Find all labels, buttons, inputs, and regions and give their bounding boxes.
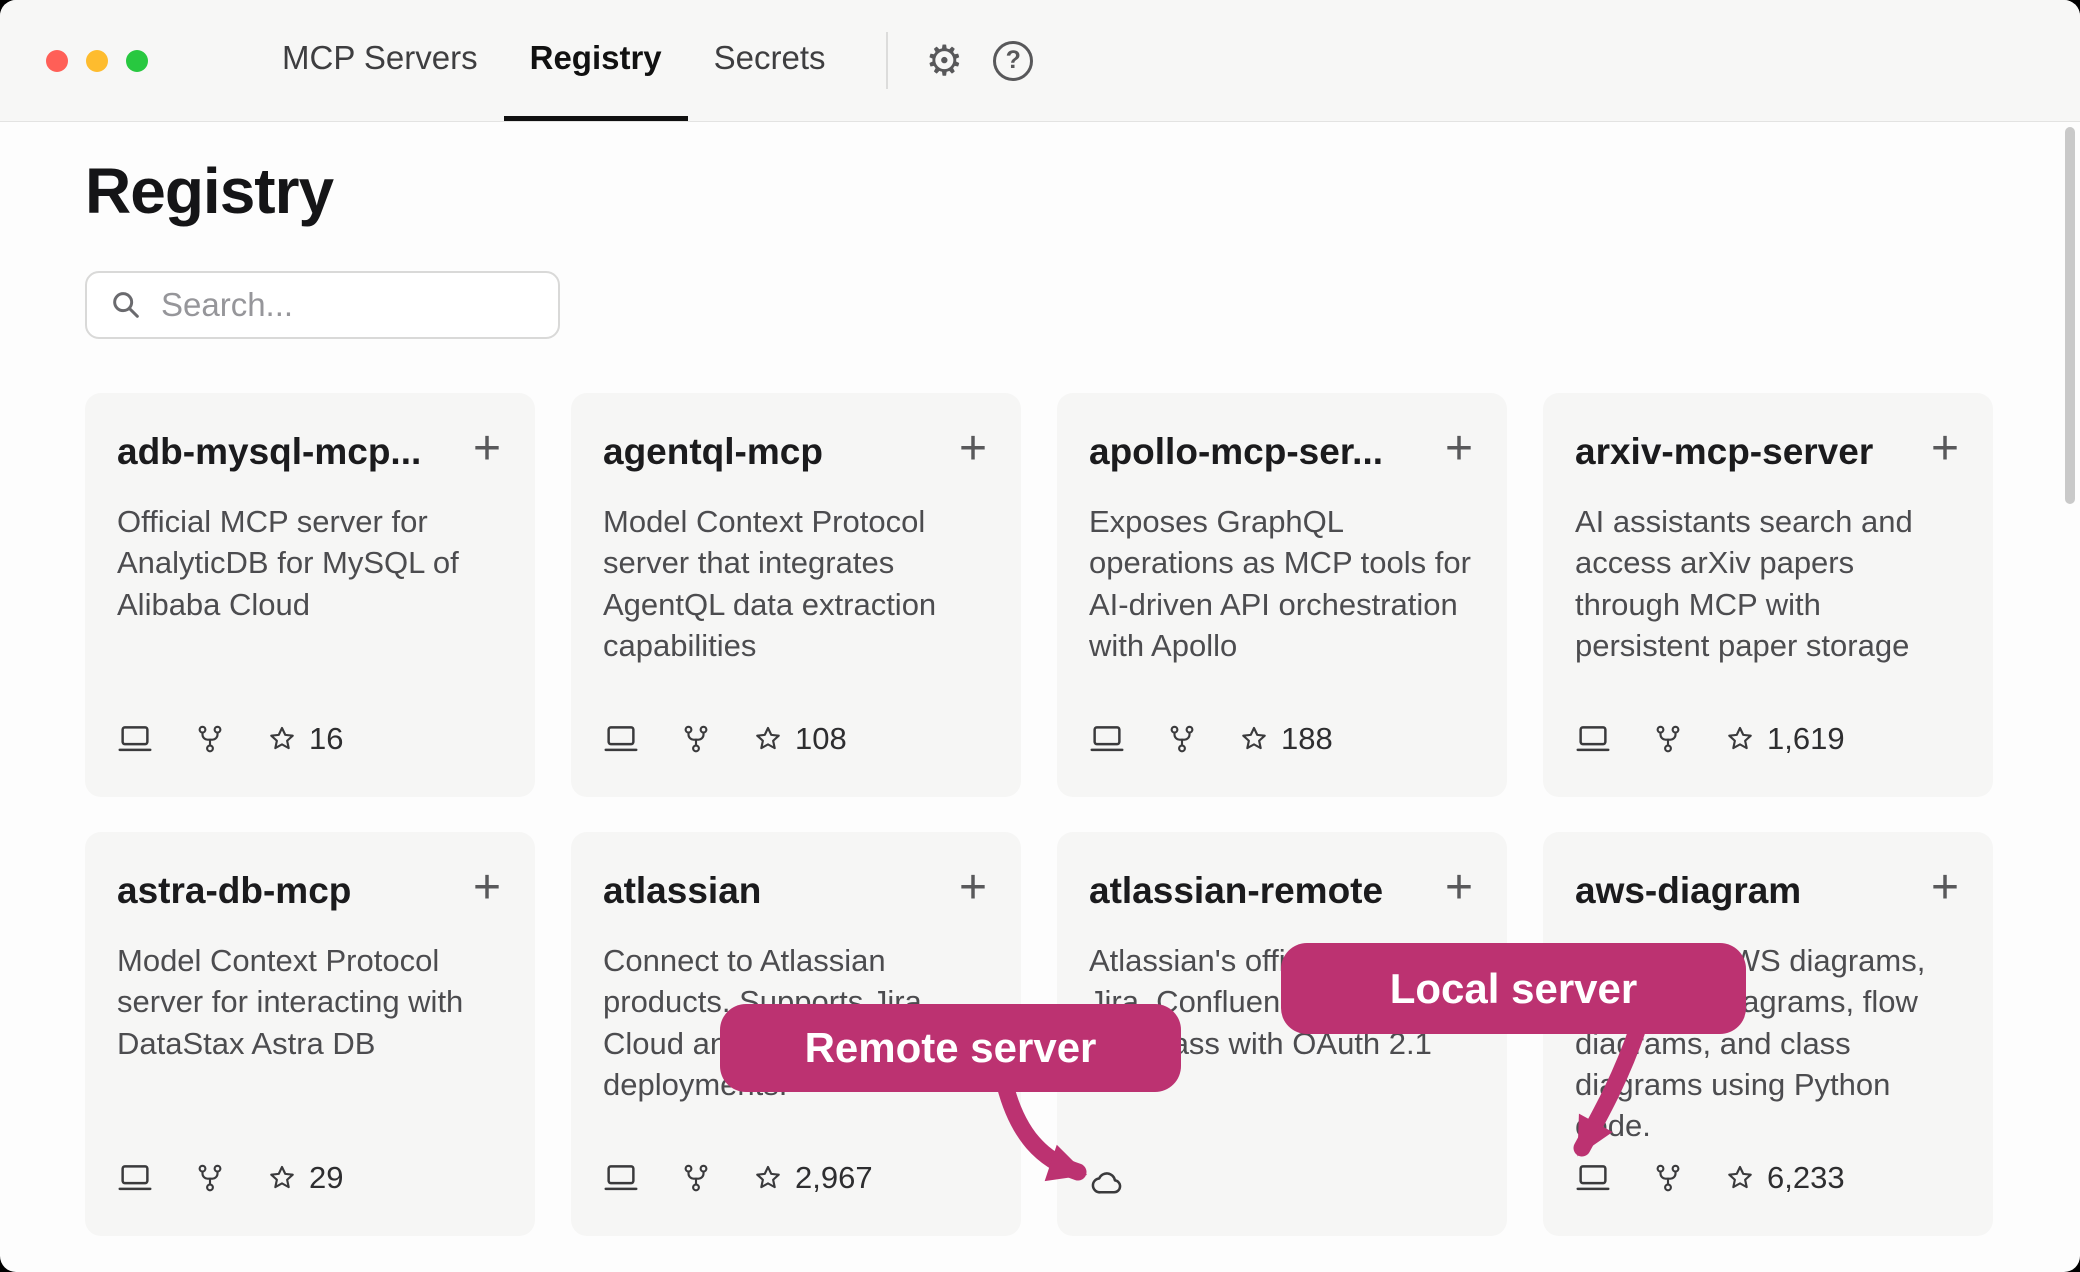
app-window: MCP Servers Registry Secrets ⚙ ? Registr… xyxy=(0,0,2080,1272)
add-server-button[interactable]: + xyxy=(471,870,503,906)
server-description: Model Context Protocol server that integ… xyxy=(603,501,989,666)
star-count: 108 xyxy=(753,721,847,757)
scrollbar[interactable] xyxy=(2065,127,2075,504)
tab-mcp-servers[interactable]: MCP Servers xyxy=(256,0,504,121)
star-count: 2,967 xyxy=(753,1160,873,1196)
minimize-button[interactable] xyxy=(86,50,108,72)
add-server-button[interactable]: + xyxy=(1929,870,1961,906)
star-icon xyxy=(753,724,783,754)
server-card[interactable]: adb-mysql-mcp... + Official MCP server f… xyxy=(85,393,535,797)
tab-secrets[interactable]: Secrets xyxy=(688,0,852,121)
tab-label: MCP Servers xyxy=(282,39,478,77)
star-icon xyxy=(1239,724,1269,754)
server-name: atlassian xyxy=(603,870,761,912)
star-icon xyxy=(1725,1163,1755,1193)
laptop-icon xyxy=(603,1162,639,1194)
add-server-button[interactable]: + xyxy=(1443,870,1475,906)
settings-gear-icon[interactable]: ⚙ xyxy=(926,40,964,82)
laptop-icon xyxy=(603,723,639,755)
star-count: 16 xyxy=(267,721,343,757)
fork-icon xyxy=(1653,723,1683,755)
tab-registry[interactable]: Registry xyxy=(504,0,688,121)
star-icon xyxy=(267,724,297,754)
title-bar: MCP Servers Registry Secrets ⚙ ? xyxy=(0,0,2080,122)
server-name: astra-db-mcp xyxy=(117,870,351,912)
server-name: aws-diagram xyxy=(1575,870,1801,912)
server-name: adb-mysql-mcp... xyxy=(117,431,421,473)
add-server-button[interactable]: + xyxy=(957,431,989,467)
star-icon xyxy=(753,1163,783,1193)
server-name: agentql-mcp xyxy=(603,431,823,473)
server-name: apollo-mcp-ser... xyxy=(1089,431,1383,473)
laptop-icon xyxy=(117,723,153,755)
remote-server-callout: Remote server xyxy=(720,1004,1181,1092)
laptop-icon xyxy=(1575,1162,1611,1194)
server-name: arxiv-mcp-server xyxy=(1575,431,1873,473)
server-description: Exposes GraphQL operations as MCP tools … xyxy=(1089,501,1475,666)
top-nav: MCP Servers Registry Secrets xyxy=(256,0,852,121)
star-icon xyxy=(267,1163,297,1193)
laptop-icon xyxy=(117,1162,153,1194)
page-title: Registry xyxy=(85,158,1994,225)
fork-icon xyxy=(1167,723,1197,755)
server-card[interactable]: apollo-mcp-ser... + Exposes GraphQL oper… xyxy=(1057,393,1507,797)
cloud-icon xyxy=(1089,1166,1127,1196)
server-name: atlassian-remote xyxy=(1089,870,1383,912)
search-input[interactable] xyxy=(159,285,536,325)
fork-icon xyxy=(195,1162,225,1194)
server-card[interactable]: astra-db-mcp + Model Context Protocol se… xyxy=(85,832,535,1236)
star-count: 1,619 xyxy=(1725,721,1845,757)
star-icon xyxy=(1725,724,1755,754)
star-count: 6,233 xyxy=(1725,1160,1845,1196)
local-server-callout: Local server xyxy=(1281,943,1746,1034)
server-card[interactable]: aws-diagram + Generate AWS diagrams, seq… xyxy=(1543,832,1993,1236)
help-icon[interactable]: ? xyxy=(993,41,1033,81)
server-card[interactable]: arxiv-mcp-server + AI assistants search … xyxy=(1543,393,1993,797)
server-description: Official MCP server for AnalyticDB for M… xyxy=(117,501,503,625)
tab-label: Secrets xyxy=(714,39,826,77)
fork-icon xyxy=(681,1162,711,1194)
fork-icon xyxy=(1653,1162,1683,1194)
server-grid: adb-mysql-mcp... + Official MCP server f… xyxy=(85,393,1994,1236)
add-server-button[interactable]: + xyxy=(1443,431,1475,467)
search-icon xyxy=(109,288,143,322)
header-actions: ⚙ ? xyxy=(888,0,1034,121)
fork-icon xyxy=(195,723,225,755)
zoom-button[interactable] xyxy=(126,50,148,72)
laptop-icon xyxy=(1089,723,1125,755)
search-box xyxy=(85,271,560,339)
star-count: 29 xyxy=(267,1160,343,1196)
star-count: 188 xyxy=(1239,721,1333,757)
server-description: AI assistants search and access arXiv pa… xyxy=(1575,501,1961,666)
laptop-icon xyxy=(1575,723,1611,755)
traffic-lights xyxy=(0,0,148,121)
server-description: Model Context Protocol server for intera… xyxy=(117,940,503,1064)
fork-icon xyxy=(681,723,711,755)
server-card[interactable]: agentql-mcp + Model Context Protocol ser… xyxy=(571,393,1021,797)
add-server-button[interactable]: + xyxy=(957,870,989,906)
close-button[interactable] xyxy=(46,50,68,72)
tab-label: Registry xyxy=(530,39,662,77)
add-server-button[interactable]: + xyxy=(1929,431,1961,467)
add-server-button[interactable]: + xyxy=(471,431,503,467)
